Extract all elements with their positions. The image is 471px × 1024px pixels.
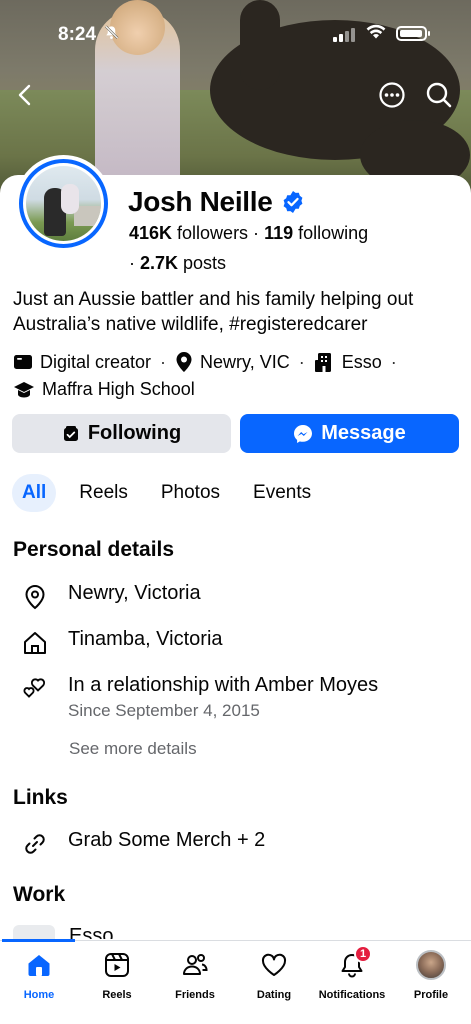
messenger-icon [294, 424, 313, 443]
following-button-label: Following [87, 422, 182, 444]
work-title: Work [13, 883, 66, 906]
cell-signal-icon [333, 28, 355, 42]
detail-hometown: Tinamba, Victoria [20, 628, 223, 658]
workplace-icon [314, 352, 331, 372]
following-count[interactable]: 119 [264, 223, 293, 243]
friends-icon [179, 949, 211, 981]
posts-count: 2.7K [140, 253, 179, 273]
nav-profile[interactable]: Profile [391, 949, 471, 1001]
profile-avatar-icon [416, 950, 446, 980]
bottom-nav: Home Reels Friends Dating 1 Notification… [0, 939, 471, 1024]
notifications-badge: 1 [354, 945, 372, 963]
education-cap-icon [14, 381, 34, 397]
posts-label: posts [178, 253, 227, 273]
relationship-block: In a relationship with Amber Moyes Since… [68, 674, 378, 721]
nav-reels[interactable]: Reels [77, 949, 157, 1001]
profile-name: Josh Neille [128, 186, 305, 218]
followers-label[interactable]: followers · [172, 223, 264, 243]
bell-slash-icon [104, 25, 119, 44]
location-outline-icon [20, 582, 50, 612]
nav-dating[interactable]: Dating [234, 949, 314, 1001]
nav-home-label: Home [23, 989, 55, 1001]
profile-bio: Just an Aussie battler and his family he… [13, 289, 414, 335]
home-outline-icon [20, 628, 50, 658]
search-icon [426, 82, 452, 108]
battery-icon [396, 26, 430, 41]
verified-badge-icon [283, 191, 302, 213]
link-text: Grab Some Merch + 2 [68, 829, 266, 851]
message-button[interactable]: Message [240, 414, 459, 453]
following-icon [63, 425, 78, 441]
tab-reels[interactable]: Reels [69, 474, 138, 512]
follow-stats: 416K followers · 119 following [129, 223, 368, 244]
tab-all[interactable]: All [12, 474, 57, 512]
followers-count[interactable]: 416K [129, 223, 172, 243]
see-more-details-link[interactable]: See more details [69, 739, 197, 759]
status-time: 8:24 [58, 24, 97, 45]
nav-friends[interactable]: Friends [155, 949, 235, 1001]
posts-prefix: · [129, 253, 140, 273]
meta-location: Newry, VIC [200, 351, 290, 372]
tab-events[interactable]: Events [243, 474, 321, 512]
detail-current-city: Newry, Victoria [20, 582, 201, 612]
notifications-bell-icon: 1 [336, 945, 372, 981]
creator-icon [14, 355, 32, 369]
current-city-text: Newry, Victoria [68, 582, 201, 604]
reels-icon [101, 949, 133, 981]
following-label[interactable]: following [293, 223, 368, 243]
more-options-button[interactable] [377, 80, 407, 110]
search-button[interactable] [424, 80, 454, 110]
relationship-text: In a relationship with Amber Moyes [68, 674, 379, 696]
profile-tabs: All Reels Photos Events [12, 474, 334, 512]
meta-workplace: Esso [341, 351, 382, 372]
personal-details-title: Personal details [13, 538, 175, 561]
profile-avatar[interactable] [15, 155, 112, 252]
dating-heart-icon [258, 949, 290, 981]
nav-notifications[interactable]: 1 Notifications [312, 945, 392, 1001]
nav-notifications-label: Notifications [318, 989, 386, 1001]
status-bar: 8:24 [0, 0, 471, 68]
meta-school: Maffra High School [42, 379, 195, 399]
wifi-icon [365, 22, 387, 45]
relationship-since-text: Since September 4, 2015 [68, 701, 260, 720]
home-icon [23, 949, 55, 981]
meta-category: Digital creator [40, 351, 152, 372]
link-chain-icon [20, 829, 50, 859]
chevron-left-icon [18, 84, 31, 106]
nav-profile-label: Profile [413, 989, 449, 1001]
profile-meta-row-1: Digital creator · Newry, VIC · Esso · [13, 351, 399, 373]
location-pin-icon [176, 352, 192, 372]
avatar-photo [26, 166, 101, 241]
message-button-label: Message [321, 422, 406, 444]
detail-relationship: In a relationship with Amber Moyes Since… [20, 674, 378, 721]
link-item[interactable]: Grab Some Merch + 2 [20, 829, 265, 859]
nav-reels-label: Reels [102, 989, 132, 1001]
following-button[interactable]: Following [12, 414, 231, 453]
posts-stats: · 2.7K posts [129, 253, 226, 274]
hearts-icon [20, 674, 50, 704]
work-item-text[interactable]: Esso [69, 925, 113, 939]
back-button[interactable] [10, 80, 40, 110]
tab-photos[interactable]: Photos [151, 474, 230, 512]
nav-dating-label: Dating [256, 989, 292, 1001]
profile-name-text: Josh Neille [128, 186, 273, 217]
profile-meta-row-2: Maffra High School [13, 379, 195, 400]
nav-home[interactable]: Home [0, 949, 79, 1001]
more-horizontal-icon [379, 82, 405, 108]
nav-friends-label: Friends [175, 989, 215, 1001]
links-title: Links [13, 786, 68, 809]
active-tab-indicator [2, 939, 75, 942]
hometown-text: Tinamba, Victoria [68, 628, 223, 650]
